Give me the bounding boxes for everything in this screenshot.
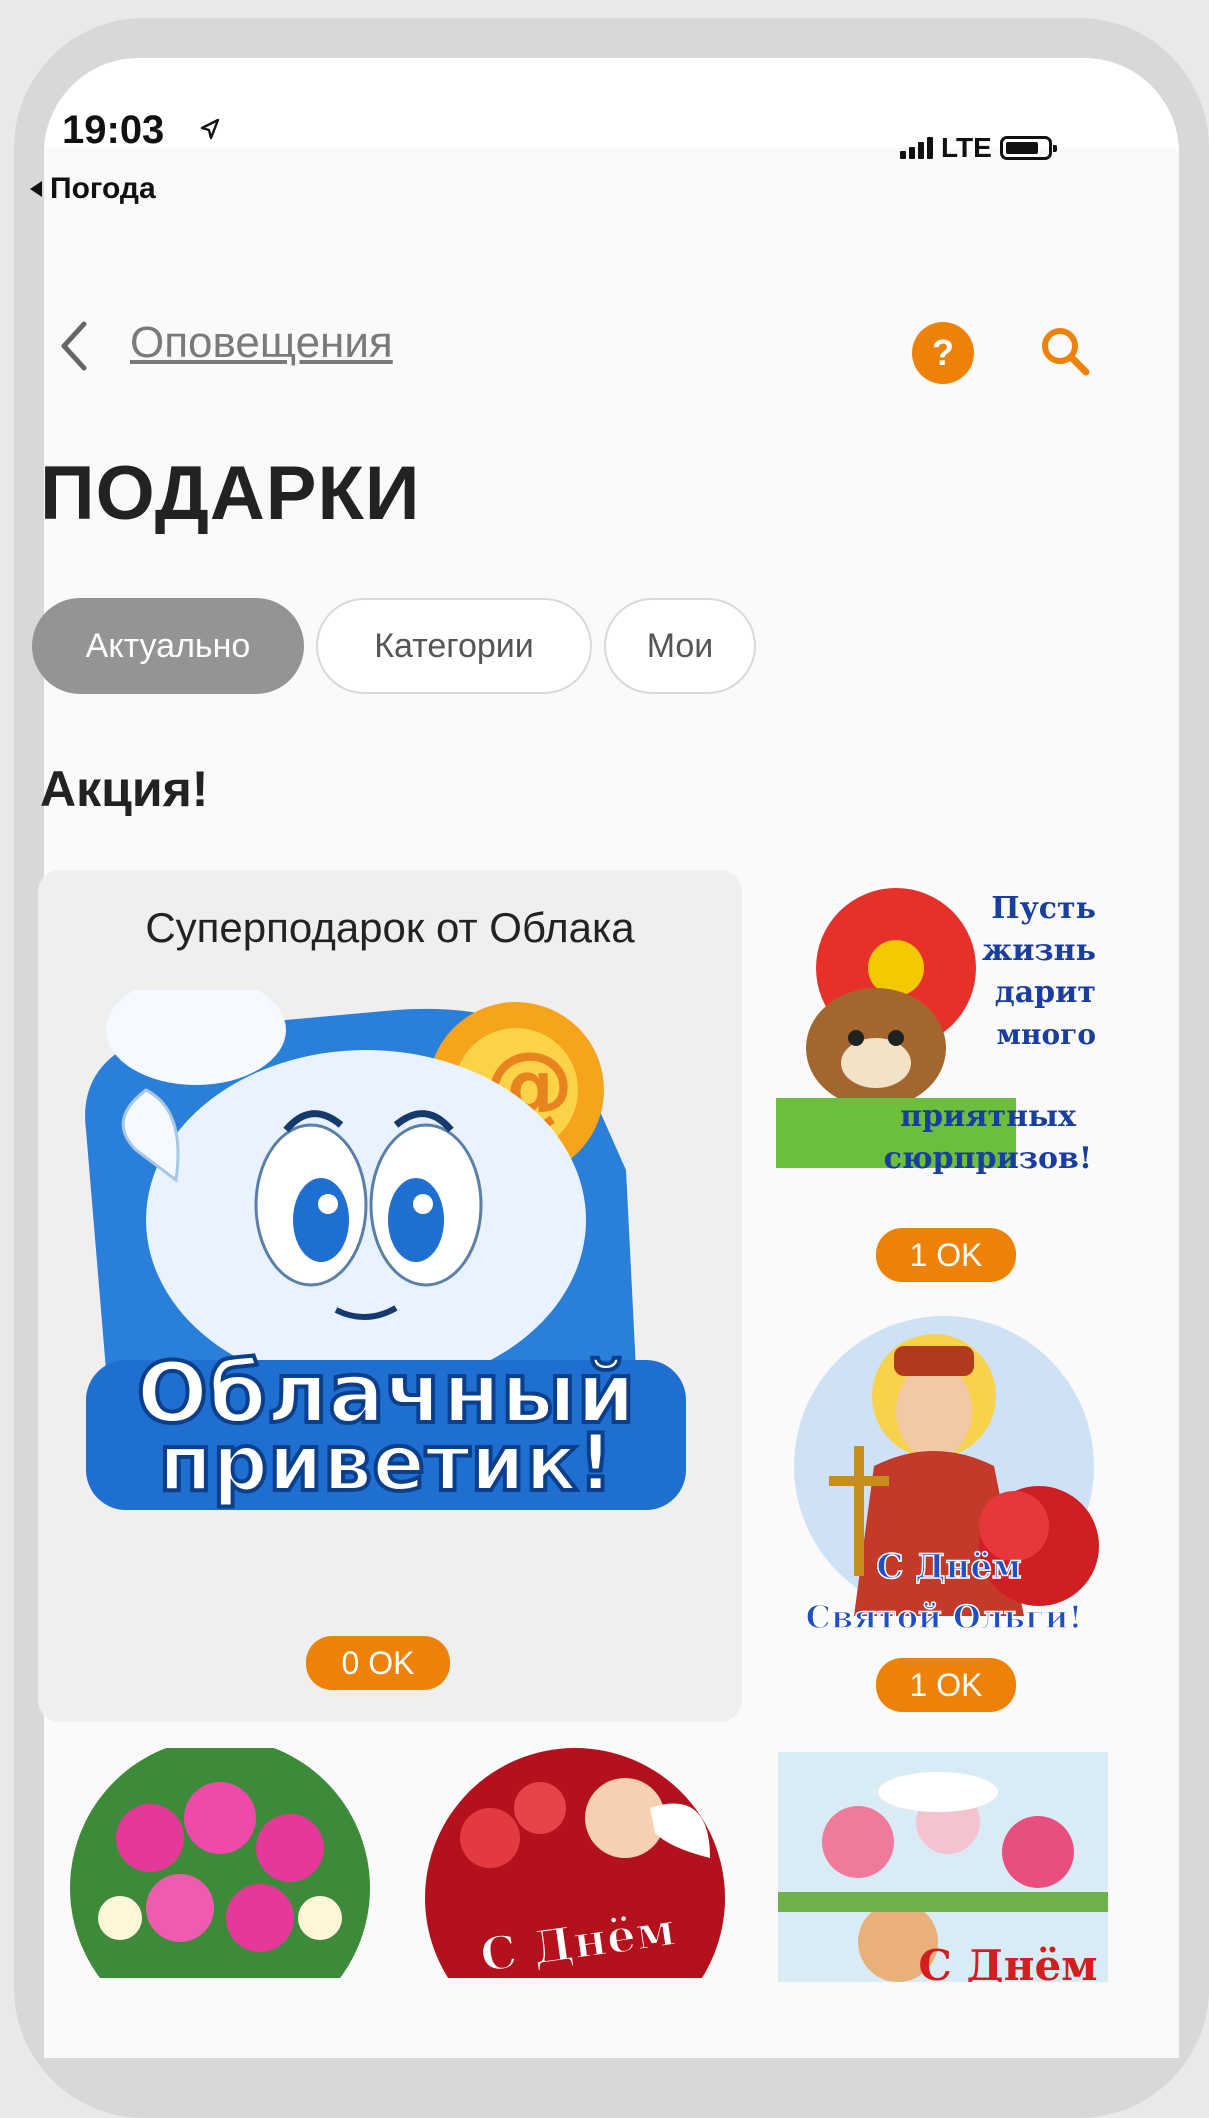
promo-price-badge[interactable]: 0 OK [306,1636,450,1690]
gift-text-line: дарит [995,975,1096,1010]
gift-text-line: много [997,1018,1096,1051]
tab-mine[interactable]: Мои [604,598,756,694]
gift-text-line: жизнь [982,933,1096,968]
page-title: ПОДАРКИ [40,451,421,536]
gift-text-line: приятных [900,1099,1077,1134]
gift-text-line: Пусть [991,891,1096,926]
back-app-label: Погода [50,172,156,205]
gift-text-line: С Днём [918,1941,1097,1982]
promo-gift-name: Суперподарок от Облака [145,904,635,951]
tab-bar: Актуально Категории Мои [32,598,756,694]
gift-image-saint-olga[interactable]: С Днём Святой Ольги! [784,1316,1114,1646]
help-button[interactable]: ? [912,322,974,384]
network-type: LTE [941,132,992,163]
battery-icon [999,136,1057,160]
gift-image-roses-bouquet[interactable] [60,1748,380,1978]
status-time: 19:03 [62,108,165,152]
gift-image-angel-roses[interactable]: С Днём [410,1748,740,1978]
signal-icon [900,137,933,159]
back-triangle-icon [30,181,42,197]
gift-text-line: сюрпризов! [884,1141,1092,1176]
gift-image-bear[interactable]: Пусть жизнь дарит много приятных сюрприз… [776,878,1106,1188]
location-arrow-icon [200,118,220,140]
gift-text-line: Святой Ольги! [806,1598,1083,1636]
gift-price-badge[interactable]: 1 OK [876,1228,1016,1282]
cloud-gift-image: @ Облачный приветик! [85,990,686,1510]
tab-categories[interactable]: Категории [316,598,592,694]
back-link-notifications[interactable]: Оповещения [130,318,393,368]
promo-gift-card[interactable]: Суперподарок от Облака @ Облачный привет… [38,870,742,1722]
gift-image-angel-flowers[interactable]: С Днём [778,1752,1108,1982]
back-to-app-link[interactable]: Погода [30,172,156,206]
cloud-art-text-2: приветик! [158,1419,613,1509]
status-indicators: LTE [900,132,1057,164]
search-icon[interactable] [1036,322,1094,380]
section-title: Акция! [40,761,209,817]
gift-price-badge[interactable]: 1 OK [876,1658,1016,1712]
tab-actual[interactable]: Актуально [32,598,304,694]
chevron-left-icon[interactable] [54,316,94,376]
gift-text-line: С Днём [876,1547,1021,1587]
